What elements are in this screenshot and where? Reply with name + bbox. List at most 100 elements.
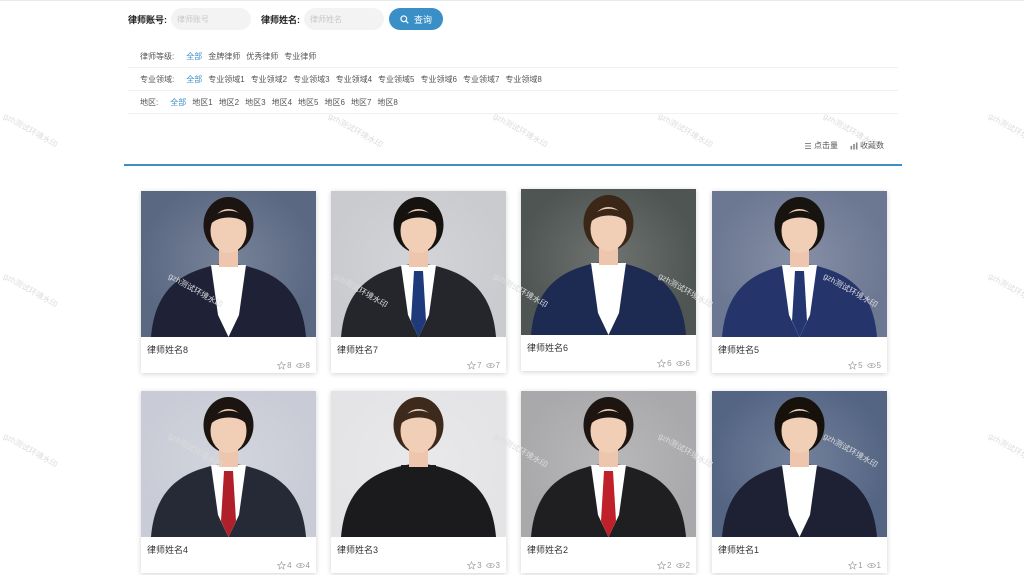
filter-option[interactable]: 专业领域6 [421, 74, 457, 85]
sort-options: 点击量 收藏数 [792, 140, 884, 151]
account-input[interactable] [171, 8, 251, 30]
sort-by-favorites[interactable]: 收藏数 [850, 140, 884, 151]
filter-option[interactable]: 全部 [170, 97, 186, 108]
top-divider [0, 0, 1024, 1]
star-count: 2 [667, 561, 672, 570]
view-count: 8 [295, 361, 310, 370]
favorite-count[interactable]: 8 [277, 361, 292, 370]
lawyer-card[interactable]: 律师姓名6 6 6 [521, 189, 696, 371]
lawyer-card[interactable]: 律师姓名1 1 1 [712, 391, 887, 573]
star-count: 6 [667, 359, 672, 368]
star-icon [277, 361, 287, 370]
favorite-count[interactable]: 1 [848, 561, 863, 570]
search-bar: 律师账号: 律师姓名: 查询 [128, 7, 443, 31]
query-button[interactable]: 查询 [389, 8, 443, 30]
watermark-text: gzh测试环境水印 [1, 111, 60, 150]
lawyer-photo[interactable] [141, 191, 316, 337]
lawyer-name[interactable]: 律师姓名4 [147, 543, 188, 556]
eye-icon [866, 562, 876, 569]
filter-row-level: 律师等级: 全部 金牌律师 优秀律师 专业律师 [128, 45, 898, 68]
lawyer-name[interactable]: 律师姓名6 [527, 341, 568, 354]
lawyer-photo[interactable] [521, 189, 696, 335]
lawyer-stats: 6 6 [653, 359, 690, 368]
view-count-value: 7 [495, 361, 500, 370]
lawyer-card[interactable]: 律师姓名8 8 8 [141, 191, 316, 373]
lawyer-card[interactable]: 律师姓名3 3 3 [331, 391, 506, 573]
sort-by-clicks[interactable]: 点击量 [804, 140, 838, 151]
lawyer-stats: 1 1 [844, 561, 881, 570]
view-count: 2 [675, 561, 690, 570]
filter-option[interactable]: 优秀律师 [246, 51, 278, 62]
star-icon [848, 361, 858, 370]
filter-option[interactable]: 地区7 [351, 97, 371, 108]
lawyer-name[interactable]: 律师姓名3 [337, 543, 378, 556]
lawyer-card[interactable]: 律师姓名2 2 2 [521, 391, 696, 573]
lawyer-stats: 7 7 [463, 361, 500, 370]
filter-option[interactable]: 地区2 [219, 97, 239, 108]
eye-icon [485, 562, 495, 569]
eye-icon [295, 362, 305, 369]
lawyer-photo[interactable] [331, 191, 506, 337]
favorite-count[interactable]: 2 [657, 561, 672, 570]
favorite-count[interactable]: 5 [848, 361, 863, 370]
filter-option[interactable]: 地区1 [192, 97, 212, 108]
watermark-text: gzh测试环境水印 [1, 271, 60, 310]
star-count: 4 [287, 561, 292, 570]
filter-option[interactable]: 地区4 [272, 97, 292, 108]
bar-chart-icon [850, 142, 858, 149]
filter-option[interactable]: 专业律师 [284, 51, 316, 62]
lawyer-name[interactable]: 律师姓名8 [147, 343, 188, 356]
lawyer-photo[interactable] [141, 391, 316, 537]
filter-option[interactable]: 专业领域5 [378, 74, 414, 85]
lawyer-card[interactable]: 律师姓名5 5 5 [712, 191, 887, 373]
filter-option[interactable]: 专业领域2 [251, 74, 287, 85]
view-count-value: 5 [876, 361, 881, 370]
favorite-count[interactable]: 7 [467, 361, 482, 370]
name-input[interactable] [304, 8, 384, 30]
filter-row-field: 专业领域: 全部 专业领域1 专业领域2 专业领域3 专业领域4 专业领域5 专… [128, 68, 898, 91]
watermark-text: gzh测试环境水印 [1, 431, 60, 470]
favorite-count[interactable]: 6 [657, 359, 672, 368]
filter-option[interactable]: 地区5 [298, 97, 318, 108]
lawyer-stats: 4 4 [273, 561, 310, 570]
name-label: 律师姓名: [261, 14, 300, 25]
lawyer-name[interactable]: 律师姓名2 [527, 543, 568, 556]
filter-option[interactable]: 地区6 [325, 97, 345, 108]
account-label: 律师账号: [128, 14, 167, 25]
view-count-value: 4 [305, 561, 310, 570]
filter-option[interactable]: 地区3 [245, 97, 265, 108]
filter-option[interactable]: 专业领域8 [505, 74, 541, 85]
lawyer-card[interactable]: 律师姓名4 4 4 [141, 391, 316, 573]
favorite-count[interactable]: 3 [467, 561, 482, 570]
filter-label-level: 律师等级: [140, 51, 175, 61]
star-icon [657, 561, 667, 570]
lawyer-name[interactable]: 律师姓名7 [337, 343, 378, 356]
filter-option[interactable]: 专业领域4 [336, 74, 372, 85]
filter-option[interactable]: 全部 [186, 74, 202, 85]
filter-option[interactable]: 专业领域3 [293, 74, 329, 85]
filter-option[interactable]: 全部 [186, 51, 202, 62]
eye-icon [485, 362, 495, 369]
search-icon [400, 14, 409, 24]
lawyer-stats: 3 3 [463, 561, 500, 570]
filter-option[interactable]: 金牌律师 [208, 51, 240, 62]
view-count: 7 [485, 361, 500, 370]
lawyer-name[interactable]: 律师姓名5 [718, 343, 759, 356]
filter-option[interactable]: 地区8 [377, 97, 397, 108]
star-icon [277, 561, 287, 570]
lawyer-photo[interactable] [521, 391, 696, 537]
lawyer-card[interactable]: 律师姓名7 7 7 [331, 191, 506, 373]
lawyer-photo[interactable] [712, 391, 887, 537]
watermark-text: gzh测试环境水印 [491, 111, 550, 150]
view-count: 3 [485, 561, 500, 570]
filter-option[interactable]: 专业领域7 [463, 74, 499, 85]
eye-icon [866, 362, 876, 369]
lawyer-photo[interactable] [712, 191, 887, 337]
lawyer-stats: 5 5 [844, 361, 881, 370]
watermark-text: gzh测试环境水印 [986, 271, 1024, 310]
filter-label-region: 地区: [140, 97, 159, 107]
filter-option[interactable]: 专业领域1 [208, 74, 244, 85]
favorite-count[interactable]: 4 [277, 561, 292, 570]
lawyer-photo[interactable] [331, 391, 506, 537]
lawyer-name[interactable]: 律师姓名1 [718, 543, 759, 556]
